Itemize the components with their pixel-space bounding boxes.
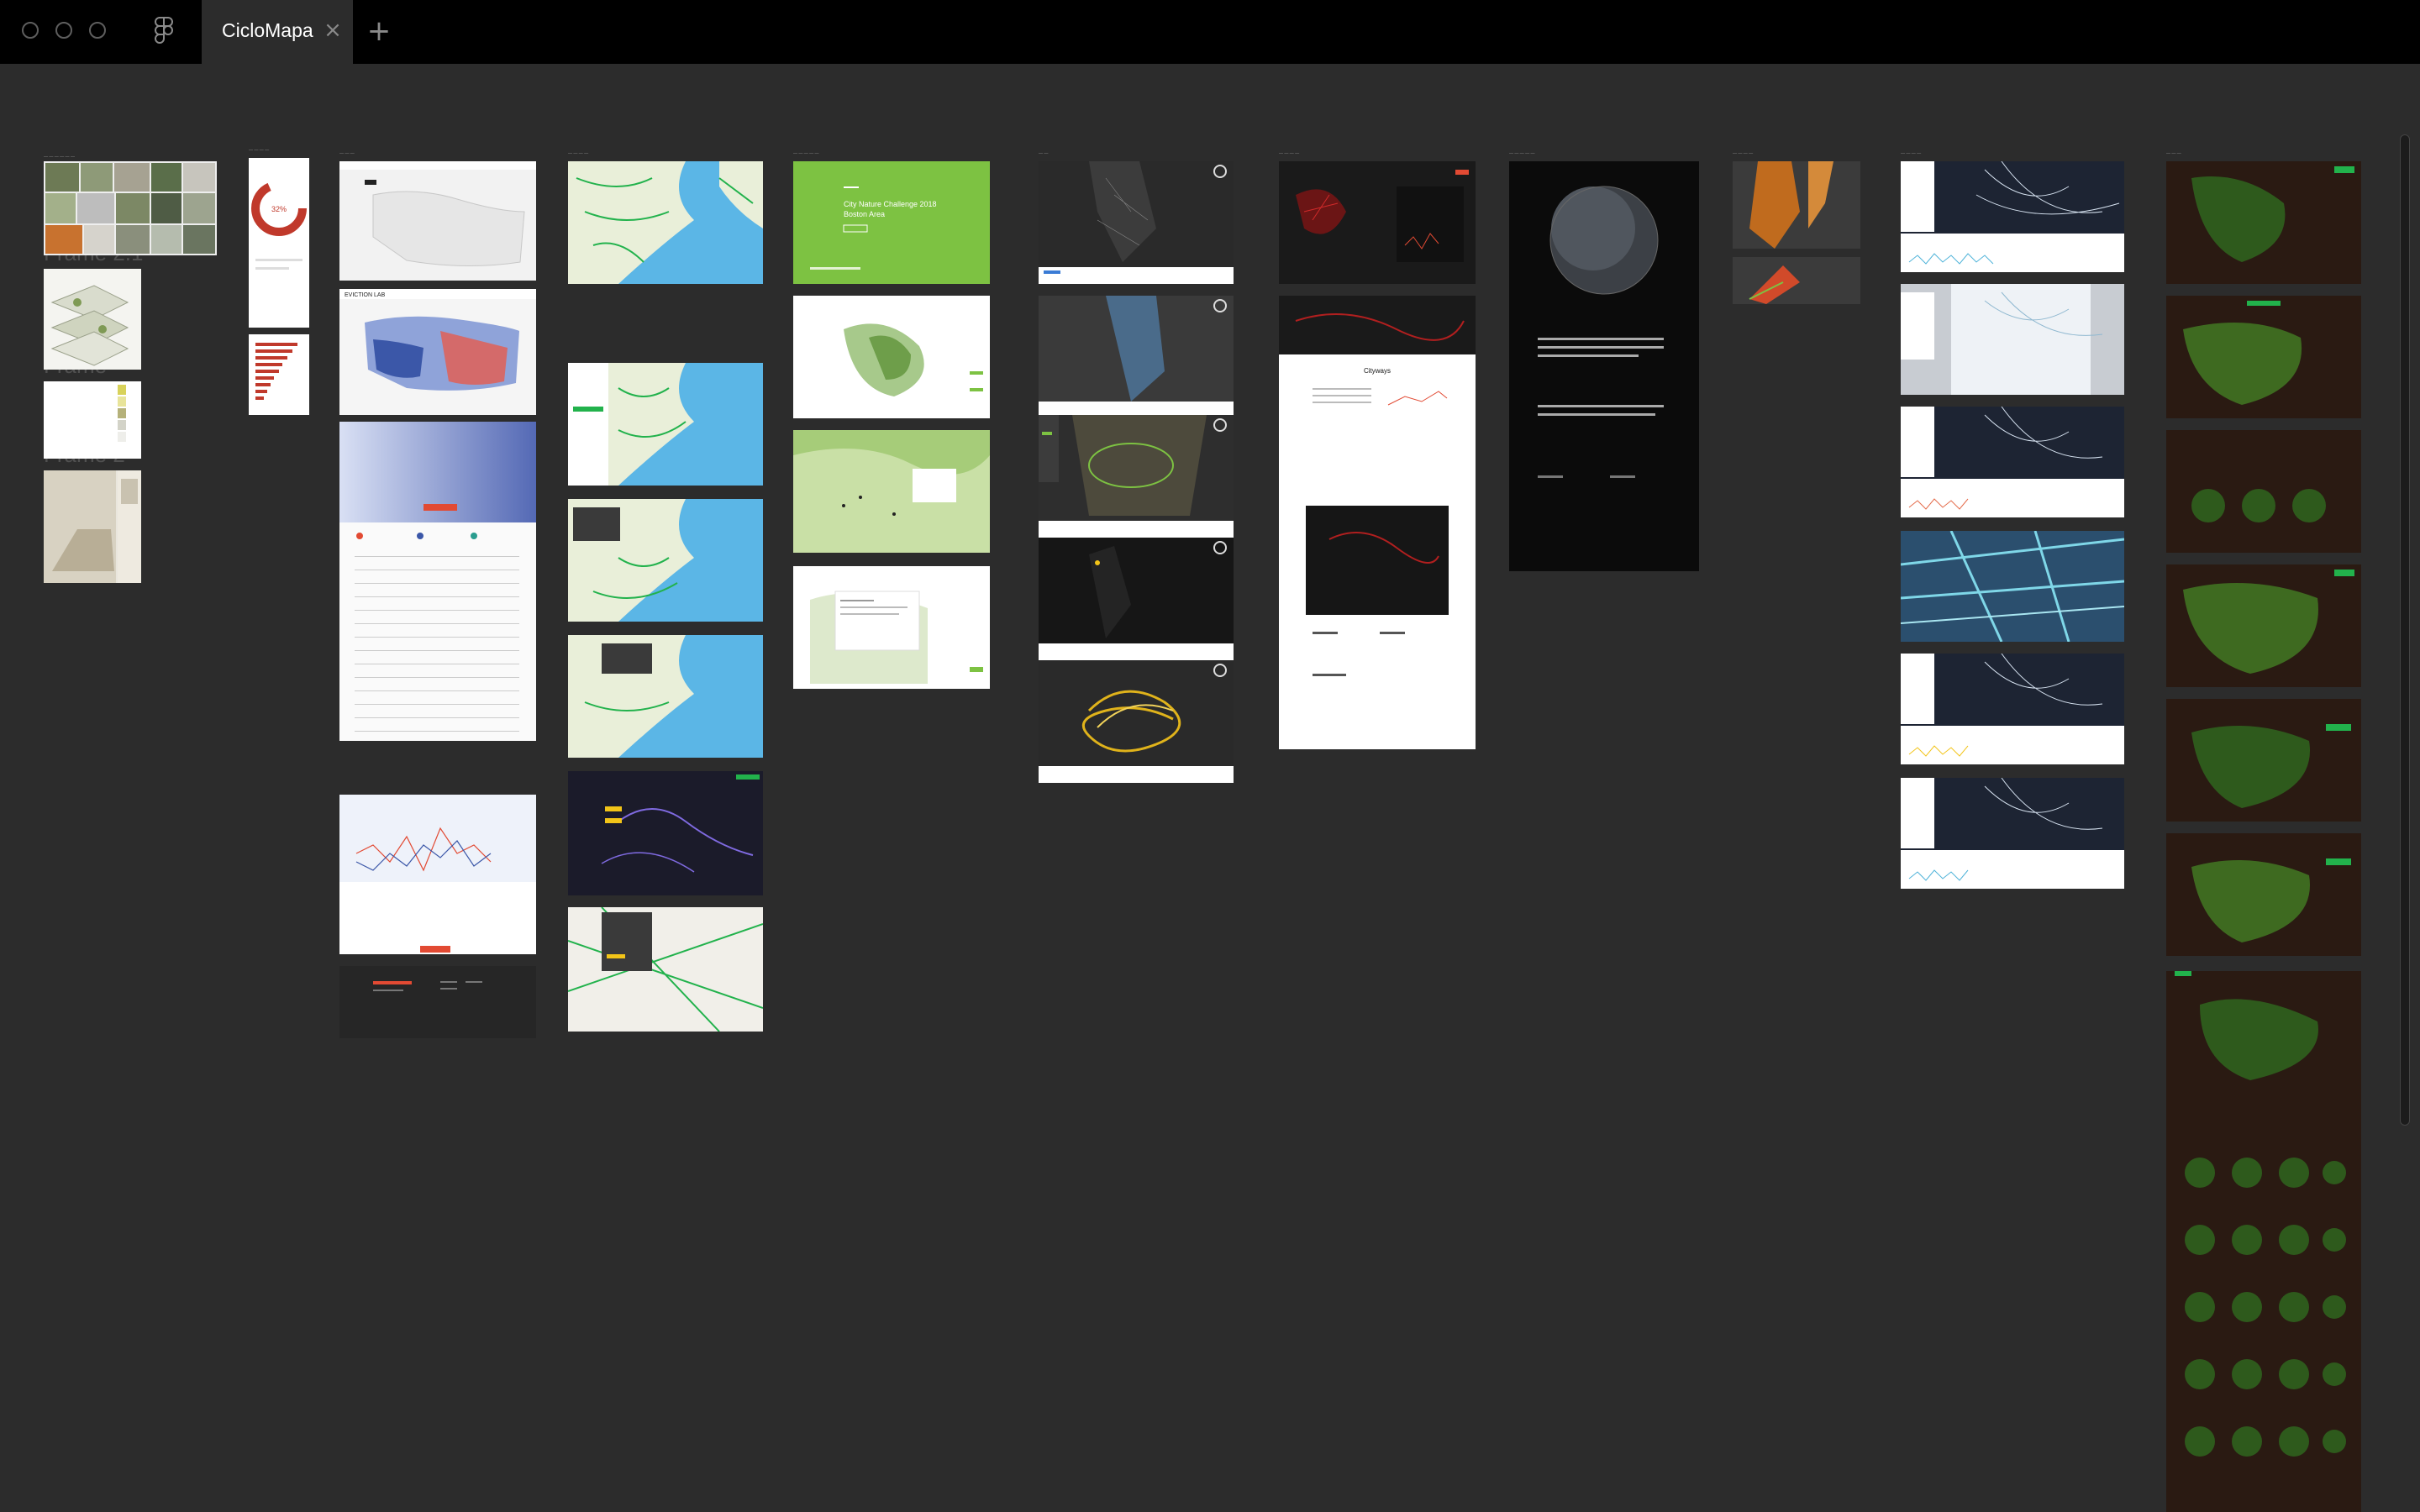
file-tab[interactable]: CicloMapa × bbox=[202, 0, 353, 64]
frame-label[interactable]: — — — — bbox=[1279, 151, 1299, 156]
frame-orange-map-2[interactable] bbox=[1733, 257, 1860, 304]
frame-cityways-page[interactable]: Cityways bbox=[1279, 354, 1476, 749]
eviction-logo-text: EVICTION LAB bbox=[345, 292, 386, 298]
frame-nature-hero[interactable]: City Nature Challenge 2018 Boston Area bbox=[793, 161, 990, 284]
frame-eviction-us-map[interactable]: EVICTION LAB bbox=[339, 289, 536, 415]
frame-cityways-dark[interactable] bbox=[1279, 161, 1476, 284]
frame-green-map-long[interactable] bbox=[2166, 971, 2361, 1512]
window-maximize-button[interactable] bbox=[89, 22, 106, 39]
frame-2-1-architecture[interactable] bbox=[44, 269, 141, 370]
frame-eviction-chart[interactable] bbox=[339, 795, 536, 954]
frame-label[interactable]: — — — — — bbox=[793, 151, 819, 156]
frame-nature-info[interactable] bbox=[793, 566, 990, 689]
frame-bike-map-3[interactable] bbox=[568, 499, 763, 622]
frame-green-map-5[interactable] bbox=[2166, 699, 2361, 822]
frame-flow-map-2[interactable] bbox=[1901, 284, 2124, 395]
frame-nature-map-2[interactable] bbox=[793, 430, 990, 553]
frame-swatches[interactable] bbox=[44, 381, 141, 459]
frame-flow-map-1[interactable] bbox=[1901, 161, 2124, 272]
frame-eviction-table[interactable] bbox=[339, 422, 536, 741]
frame-label[interactable]: — — bbox=[1039, 151, 1048, 156]
frame-flow-map-3[interactable] bbox=[1901, 407, 2124, 517]
svg-text:Boston Area: Boston Area bbox=[844, 210, 885, 218]
frame-globe[interactable] bbox=[1509, 161, 1699, 571]
frame-flow-map-4[interactable] bbox=[1901, 531, 2124, 642]
frame-label[interactable]: — — — — — — bbox=[44, 155, 75, 160]
frame-circular-chart[interactable]: 32% bbox=[249, 158, 309, 328]
frame-nyc-map-4[interactable] bbox=[1039, 538, 1234, 660]
frame-eviction-footer[interactable] bbox=[339, 966, 536, 1038]
design-canvas[interactable]: — — — — — — — — — — — — — — — — — — — — … bbox=[0, 64, 2420, 1512]
frame-label[interactable]: — — — — bbox=[1733, 151, 1753, 156]
frame-orange-map-1[interactable] bbox=[1733, 161, 1860, 249]
frame-nyc-map-3[interactable] bbox=[1039, 415, 1234, 538]
frame-bike-map-dark[interactable] bbox=[568, 771, 763, 895]
frame-moodboard-collage[interactable] bbox=[44, 161, 217, 255]
nature-title: City Nature Challenge 2018 bbox=[844, 200, 937, 208]
frame-label[interactable]: — — — bbox=[339, 151, 355, 156]
frame-nyc-map-1[interactable] bbox=[1039, 161, 1234, 284]
frame-green-map-4[interactable] bbox=[2166, 564, 2361, 687]
canvas-scrollbar[interactable] bbox=[2400, 134, 2410, 1126]
frame-green-map-2[interactable] bbox=[2166, 296, 2361, 418]
frame-bike-map-1[interactable] bbox=[568, 161, 763, 284]
frame-eviction-map-blank[interactable] bbox=[339, 161, 536, 281]
frame-label[interactable]: — — — — bbox=[249, 148, 269, 153]
file-tab-title: CicloMapa bbox=[222, 19, 313, 41]
frame-nyc-map-5[interactable] bbox=[1039, 660, 1234, 783]
plus-icon[interactable]: + bbox=[365, 17, 393, 45]
frame-label[interactable]: — — — — bbox=[568, 151, 588, 156]
frame-green-map-3[interactable] bbox=[2166, 430, 2361, 553]
frame-bike-map-light[interactable] bbox=[568, 907, 763, 1032]
figma-logo-icon[interactable] bbox=[155, 17, 173, 45]
frame-bike-map-2[interactable] bbox=[568, 363, 763, 486]
title-bar: CicloMapa × + bbox=[0, 0, 2420, 64]
frame-nyc-map-2[interactable] bbox=[1039, 296, 1234, 418]
svg-text:32%: 32% bbox=[271, 205, 287, 213]
frame-label[interactable]: — — — — — bbox=[1509, 151, 1535, 156]
frame-label[interactable]: — — — — bbox=[1901, 151, 1921, 156]
frame-2-photo[interactable] bbox=[44, 470, 141, 583]
frame-cityways-header[interactable] bbox=[1279, 296, 1476, 354]
frame-nature-map-1[interactable] bbox=[793, 296, 990, 418]
frame-green-map-6[interactable] bbox=[2166, 833, 2361, 956]
frame-green-map-1[interactable] bbox=[2166, 161, 2361, 284]
cityways-title: Cityways bbox=[1364, 367, 1391, 375]
frame-flow-map-6[interactable] bbox=[1901, 778, 2124, 889]
frame-bar-chart[interactable] bbox=[249, 334, 309, 415]
window-minimize-button[interactable] bbox=[55, 22, 72, 39]
window-close-button[interactable] bbox=[22, 22, 39, 39]
frame-label[interactable]: — — — bbox=[2166, 151, 2181, 156]
frame-flow-map-5[interactable] bbox=[1901, 654, 2124, 764]
close-icon[interactable]: × bbox=[321, 18, 345, 42]
frame-bike-map-4[interactable] bbox=[568, 635, 763, 758]
